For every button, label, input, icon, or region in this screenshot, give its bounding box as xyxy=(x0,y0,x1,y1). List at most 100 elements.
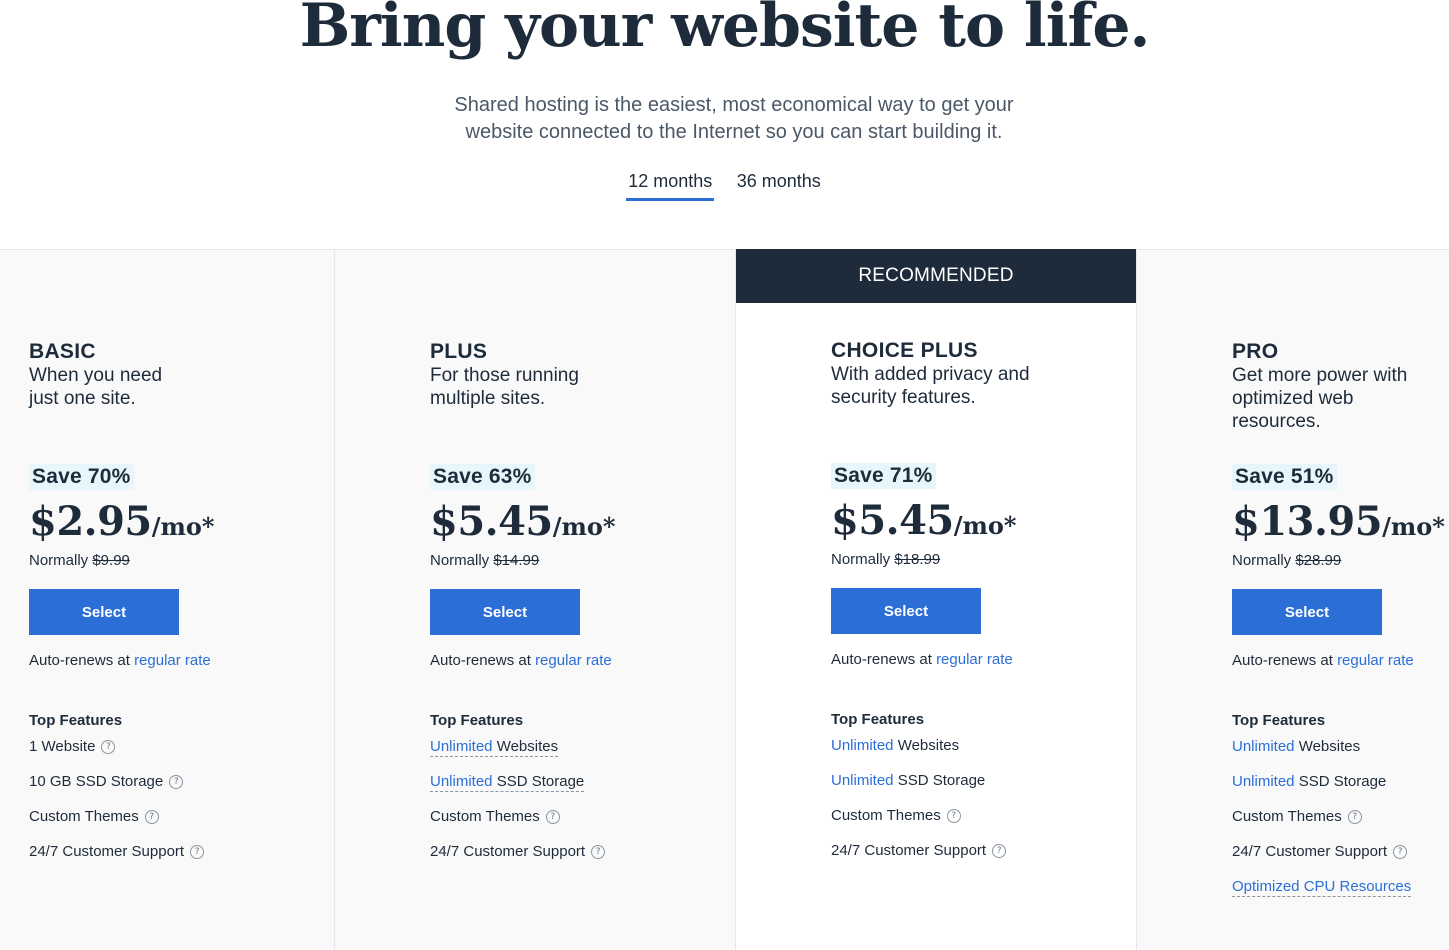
auto-renew-text: Auto-renews at xyxy=(831,651,937,668)
help-icon[interactable]: ? xyxy=(1393,845,1408,859)
select-button[interactable]: Select xyxy=(430,589,580,635)
help-icon[interactable]: ? xyxy=(1347,810,1362,824)
feature-label: SSD Storage xyxy=(496,773,585,790)
feature-label: Custom Themes xyxy=(1232,808,1342,825)
feature-label: 24/7 Customer Support xyxy=(29,843,185,860)
tab-36-months[interactable]: 36 months xyxy=(735,170,823,198)
normal-price: Normally $9.99 xyxy=(29,552,130,569)
features-title: Top Features xyxy=(1232,712,1326,729)
feature-text: Unlimited Websites xyxy=(831,737,959,754)
feature-text: Custom Themes xyxy=(29,808,139,825)
price-amount: $2.95 xyxy=(29,498,152,545)
help-icon[interactable]: ? xyxy=(992,844,1007,858)
feature-link[interactable]: Unlimited xyxy=(430,738,493,755)
price-period: /mo* xyxy=(552,512,616,541)
normal-price: Normally $18.99 xyxy=(831,551,940,568)
help-icon[interactable]: ? xyxy=(144,810,159,824)
page-subtitle: Shared hosting is the easiest, most econ… xyxy=(424,92,1044,146)
feature-link[interactable]: Unlimited xyxy=(1232,773,1295,790)
feature-link[interactable]: Unlimited xyxy=(1232,738,1295,755)
feature-text: 24/7 Customer Support xyxy=(29,843,184,860)
feature-label: Custom Themes xyxy=(430,808,540,825)
feature-label: 10 GB SSD Storage xyxy=(29,773,164,790)
normal-price: Normally $14.99 xyxy=(430,552,539,569)
feature-text: 24/7 Customer Support xyxy=(430,843,585,860)
feature-text: Unlimited SSD Storage xyxy=(831,772,985,789)
feature-label: Websites xyxy=(496,738,559,755)
plan-name: CHOICE PLUS xyxy=(831,339,978,362)
plan-card-pro: PRO Get more power with optimized web res… xyxy=(1232,340,1449,940)
plan-card-choice-plus: CHOICE PLUS With added privacy and securi… xyxy=(831,339,1211,939)
price-amount: $5.45 xyxy=(831,497,954,544)
price-period: /mo* xyxy=(953,511,1017,540)
feature-link[interactable]: Unlimited xyxy=(831,737,894,754)
normal-price-value: $9.99 xyxy=(92,552,130,569)
feature-item: Unlimited SSD Storage xyxy=(831,772,1006,807)
feature-label: 24/7 Customer Support xyxy=(831,842,987,859)
feature-text: Unlimited Websites xyxy=(1232,738,1360,755)
feature-label: SSD Storage xyxy=(897,772,986,789)
plan-description: With added privacy and security features… xyxy=(831,364,1030,408)
plan-price: $2.95/mo* xyxy=(29,498,214,545)
feature-item: Unlimited SSD Storage xyxy=(1232,773,1411,808)
feature-text: Unlimited SSD Storage xyxy=(430,773,585,792)
feature-item: Custom Themes? xyxy=(29,808,204,843)
normal-price-label: Normally xyxy=(29,552,93,569)
feature-text: Custom Themes xyxy=(1232,808,1342,825)
feature-label: SSD Storage xyxy=(1298,773,1387,790)
auto-renew-note: Auto-renews at regular rate xyxy=(29,652,211,669)
recommended-banner: RECOMMENDED xyxy=(736,249,1136,303)
feature-link[interactable]: Unlimited xyxy=(430,773,493,790)
help-icon[interactable]: ? xyxy=(946,809,961,823)
price-period: /mo* xyxy=(1382,512,1445,541)
help-icon[interactable]: ? xyxy=(591,845,606,859)
feature-item: 24/7 Customer Support? xyxy=(831,842,1007,877)
plan-name: PLUS xyxy=(430,340,488,363)
regular-rate-link[interactable]: regular rate xyxy=(535,652,612,669)
auto-renew-text: Auto-renews at xyxy=(1232,652,1338,669)
plan-name: PRO xyxy=(1232,340,1279,363)
feature-link[interactable]: Optimized CPU Resources xyxy=(1232,878,1412,897)
feature-list: Unlimited Websites Unlimited SSD Storage C… xyxy=(1232,738,1412,913)
feature-item: Custom Themes? xyxy=(1232,808,1411,843)
feature-label: 1 Website xyxy=(29,738,96,755)
normal-price-label: Normally xyxy=(831,551,895,568)
feature-text: 24/7 Customer Support xyxy=(1232,843,1387,860)
feature-list: Unlimited Websites Unlimited SSD Storage C… xyxy=(430,738,606,878)
help-icon[interactable]: ? xyxy=(169,775,184,789)
feature-item: Unlimited SSD Storage xyxy=(430,773,605,808)
help-icon[interactable]: ? xyxy=(545,810,560,824)
price-amount: $13.95 xyxy=(1232,498,1383,545)
regular-rate-link[interactable]: regular rate xyxy=(134,652,211,669)
help-icon[interactable]: ? xyxy=(190,845,205,859)
plan-price: $5.45/mo* xyxy=(430,498,615,545)
tab-12-months[interactable]: 12 months xyxy=(626,170,715,201)
feature-label: Custom Themes xyxy=(831,807,941,824)
save-badge: Save 51% xyxy=(1232,464,1337,490)
regular-rate-link[interactable]: regular rate xyxy=(936,651,1013,668)
plan-price: $13.95/mo* xyxy=(1232,498,1445,545)
features-title: Top Features xyxy=(430,712,524,729)
feature-item: Custom Themes? xyxy=(831,807,1006,842)
feature-label: 24/7 Customer Support xyxy=(1232,843,1388,860)
select-button[interactable]: Select xyxy=(1232,589,1382,635)
feature-link[interactable]: Unlimited xyxy=(831,772,894,789)
feature-text: Custom Themes xyxy=(831,807,941,824)
features-title: Top Features xyxy=(29,712,123,729)
feature-list: Unlimited Websites Unlimited SSD Storage C… xyxy=(831,737,1007,877)
help-icon[interactable]: ? xyxy=(101,740,116,754)
feature-item: 10 GB SSD Storage? xyxy=(29,773,204,808)
normal-price-value: $14.99 xyxy=(493,552,540,569)
normal-price-label: Normally xyxy=(430,552,494,569)
select-button[interactable]: Select xyxy=(831,588,981,634)
plan-card-basic: BASIC When you need just one site. Save 70… xyxy=(29,340,409,940)
feature-text: 1 Website xyxy=(29,738,95,755)
regular-rate-link[interactable]: regular rate xyxy=(1337,652,1414,669)
feature-text: Custom Themes xyxy=(430,808,540,825)
select-button[interactable]: Select xyxy=(29,589,179,635)
feature-item: Custom Themes? xyxy=(430,808,605,843)
plan-price: $5.45/mo* xyxy=(831,497,1016,544)
plan-description: Get more power with optimized web resour… xyxy=(1232,365,1408,432)
plan-name: BASIC xyxy=(29,340,96,363)
subtitle-line-1: Shared hosting is the easiest, most econ… xyxy=(454,94,1014,116)
